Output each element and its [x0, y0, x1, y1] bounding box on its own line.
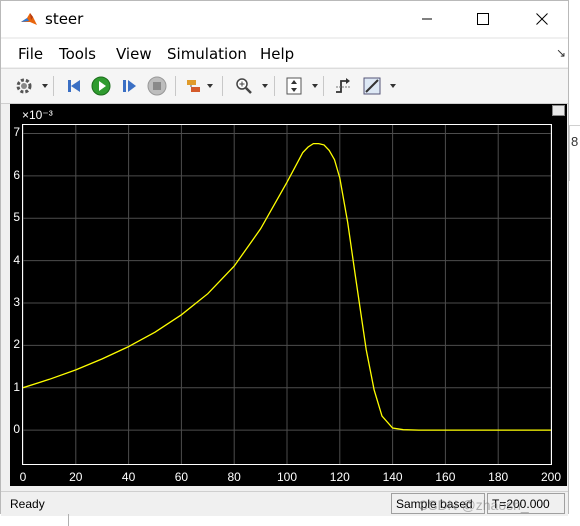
step-back-icon[interactable] — [63, 75, 85, 97]
zoom-dropdown-icon[interactable] — [262, 84, 268, 88]
x-tick-label: 160 — [435, 470, 456, 484]
matlab-logo-icon — [20, 10, 38, 28]
menu-simulation[interactable]: Simulation — [167, 45, 247, 63]
toolbar-separator — [323, 76, 324, 96]
title-bar[interactable]: steer — [1, 1, 568, 37]
plot-canvas — [23, 125, 551, 464]
autoscale-dropdown-icon[interactable] — [312, 84, 318, 88]
x-tick-label: 120 — [329, 470, 350, 484]
watermark: CSDN @zhaosh_ — [418, 497, 529, 513]
zoom-icon[interactable] — [233, 75, 255, 97]
stop-icon[interactable] — [146, 75, 168, 97]
x-tick-label: 40 — [121, 470, 136, 484]
highlight-icon[interactable] — [183, 75, 205, 97]
x-tick-label: 140 — [382, 470, 403, 484]
menu-view[interactable]: View — [116, 45, 152, 63]
window-title: steer — [45, 10, 84, 28]
scope-display[interactable]: ×10⁻³ 0 1 2 3 4 5 6 7 0 20 40 60 80 100 120 140 160 180 2… — [10, 104, 567, 486]
menu-file[interactable]: File — [18, 45, 43, 63]
gear-icon[interactable] — [13, 75, 35, 97]
autoscale-icon[interactable] — [283, 75, 305, 97]
measurements-dropdown-icon[interactable] — [390, 84, 396, 88]
undock-axes-icon[interactable] — [552, 105, 565, 116]
toolbar-separator — [274, 76, 275, 96]
y-tick-label: 3 — [13, 294, 20, 309]
y-tick-label: 4 — [13, 252, 20, 267]
x-tick-label: 60 — [174, 470, 189, 484]
close-button[interactable] — [520, 6, 564, 32]
measurements-icon[interactable] — [361, 75, 383, 97]
y-tick-label: 6 — [13, 167, 20, 182]
y-tick-label: 0 — [13, 422, 20, 437]
toolbar-separator — [222, 76, 223, 96]
x-tick-label: 0 — [19, 470, 27, 484]
y-tick-label: 1 — [13, 379, 20, 394]
scope-window: steer File Tools View Simulation Help ↘ — [0, 0, 569, 516]
undock-arrow-icon[interactable]: ↘ — [556, 46, 566, 60]
maximize-button[interactable] — [461, 6, 505, 32]
toolbar-separator — [175, 76, 176, 96]
triggers-icon[interactable] — [332, 75, 354, 97]
toolbar — [1, 68, 568, 104]
toolbar-separator — [53, 76, 54, 96]
menu-bar: File Tools View Simulation Help ↘ — [1, 39, 568, 67]
highlight-dropdown-icon[interactable] — [207, 84, 213, 88]
y-tick-label: 2 — [13, 337, 20, 352]
axes — [22, 124, 552, 465]
menu-help[interactable]: Help — [260, 45, 294, 63]
x-tick-label: 20 — [69, 470, 83, 484]
background-divider — [68, 514, 69, 526]
x-tick-label: 100 — [276, 470, 298, 484]
minimize-button[interactable] — [405, 6, 449, 32]
menu-tools[interactable]: Tools — [59, 45, 96, 63]
background-window-text: 8 — [571, 134, 579, 149]
y-tick-label: 5 — [13, 210, 20, 225]
x-tick-label: 200 — [540, 470, 562, 484]
x-tick-label: 80 — [227, 470, 241, 484]
gear-dropdown-icon[interactable] — [42, 84, 48, 88]
y-exponent-label: ×10⁻³ — [22, 108, 53, 122]
run-icon[interactable] — [90, 75, 112, 97]
y-tick-label: 7 — [13, 125, 20, 140]
step-forward-icon[interactable] — [118, 75, 140, 97]
status-ready: Ready — [10, 497, 45, 511]
x-tick-label: 180 — [488, 470, 509, 484]
